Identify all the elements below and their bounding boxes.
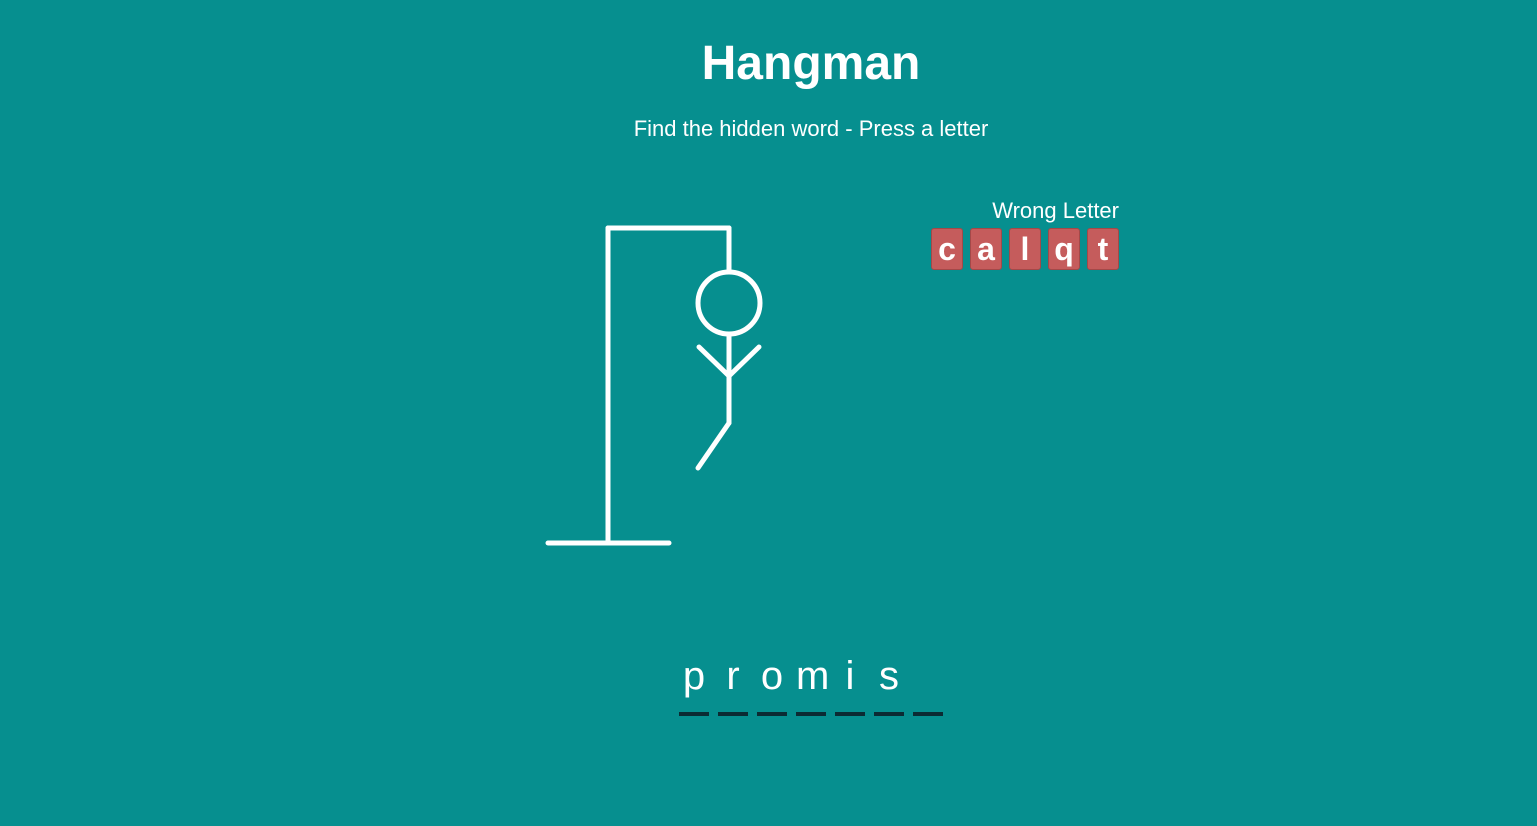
hangman-page: Hangman Find the hidden word - Press a l… xyxy=(0,0,1537,826)
wrong-letter: a xyxy=(970,228,1002,270)
letter-slot: p xyxy=(679,654,709,716)
letter-slot: i xyxy=(835,654,865,716)
instructions: Find the hidden word - Press a letter xyxy=(633,116,989,141)
hidden-word: p r o m i s xyxy=(679,654,943,716)
letter-slot xyxy=(913,654,943,716)
figure-left-arm xyxy=(696,344,732,379)
letter-slot: m xyxy=(796,654,829,716)
wrong-letter: c xyxy=(931,228,963,270)
letter-slot: s xyxy=(874,654,904,716)
letter-slot: r xyxy=(718,654,748,716)
wrong-letter: l xyxy=(1009,228,1041,270)
figure-right-arm xyxy=(726,344,762,379)
figure-head xyxy=(695,269,763,337)
page-title: Hangman xyxy=(701,37,921,90)
letter-slot: o xyxy=(757,654,787,716)
wrong-letters-panel: Wrong Letter c a l q t xyxy=(931,198,1119,270)
wrong-letters-list: c a l q t xyxy=(931,228,1119,270)
wrong-letter: q xyxy=(1048,228,1080,270)
figure-left-leg xyxy=(695,420,732,471)
wrong-letter: t xyxy=(1087,228,1119,270)
hangman-drawing xyxy=(545,225,763,546)
wrong-letters-label: Wrong Letter xyxy=(992,198,1119,223)
